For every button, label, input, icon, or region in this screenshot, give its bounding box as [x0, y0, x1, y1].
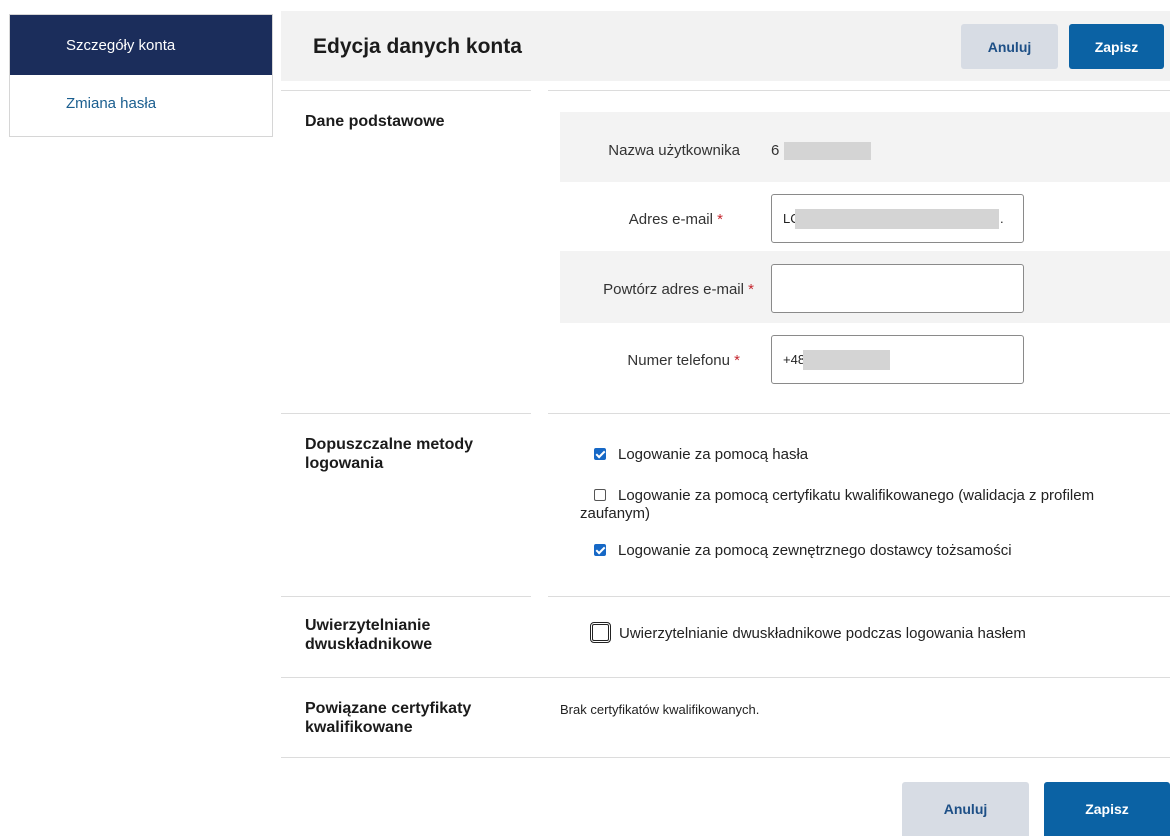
- divider: [281, 596, 531, 597]
- login-method-password[interactable]: Logowanie za pomocą hasła: [580, 446, 808, 464]
- divider: [548, 413, 1170, 414]
- divider: [281, 413, 531, 414]
- divider: [548, 90, 1170, 91]
- checkbox-checked-icon[interactable]: [594, 544, 606, 556]
- email-field-trailing: .: [1000, 211, 1004, 226]
- divider: [548, 596, 1170, 597]
- option-label: Logowanie za pomocą certyfikatu kwalifik…: [580, 487, 1095, 522]
- username-label: Nazwa użytkownika: [608, 142, 740, 159]
- save-button[interactable]: Zapisz: [1069, 24, 1164, 69]
- option-label: Uwierzytelnianie dwuskładnikowe podczas …: [619, 625, 1026, 642]
- cancel-button[interactable]: Anuluj: [961, 24, 1058, 69]
- sidebar-item-change-password[interactable]: Zmiana hasła: [10, 75, 272, 136]
- section-label-certificates: Powiązane certyfikaty kwalifikowane: [305, 700, 472, 736]
- redaction-mask: [795, 209, 999, 229]
- login-method-certificate[interactable]: Logowanie za pomocą certyfikatu kwalifik…: [580, 487, 1145, 523]
- option-label: Logowanie za pomocą zewnętrznego dostawc…: [618, 542, 1012, 559]
- divider: [281, 90, 531, 91]
- checkbox-checked-icon[interactable]: [594, 448, 606, 460]
- checkbox-icon[interactable]: [590, 622, 611, 643]
- section-label-login-methods: Dopuszczalne metody logowania: [305, 436, 474, 472]
- divider: [281, 677, 1170, 678]
- page-header: Edycja danych konta Anuluj Zapisz: [281, 11, 1170, 81]
- footer-cancel-button[interactable]: Anuluj: [902, 782, 1029, 836]
- login-method-external-idp[interactable]: Logowanie za pomocą zewnętrznego dostawc…: [580, 542, 1012, 560]
- no-certificates-text: Brak certyfikatów kwalifikowanych.: [560, 702, 760, 717]
- sidebar-item-label: Zmiana hasła: [66, 95, 157, 112]
- repeat-email-label: Powtórz adres e-mail *: [603, 281, 754, 298]
- option-label: Logowanie za pomocą hasła: [618, 446, 809, 463]
- redaction-mask: [803, 350, 890, 370]
- page-title: Edycja danych konta: [313, 35, 522, 58]
- checkbox-icon[interactable]: [594, 489, 606, 501]
- two-factor-option[interactable]: Uwierzytelnianie dwuskładnikowe podczas …: [580, 622, 1026, 643]
- sidebar-item-account-details[interactable]: Szczegóły konta: [10, 15, 272, 75]
- redaction-mask: [784, 142, 871, 160]
- username-value: 6: [771, 142, 780, 159]
- phone-label: Numer telefonu *: [627, 352, 740, 369]
- email-label: Adres e-mail *: [628, 211, 723, 228]
- footer-save-button[interactable]: Zapisz: [1044, 782, 1170, 836]
- divider: [281, 757, 1170, 758]
- section-label-two-factor: Uwierzytelnianie dwuskładnikowe: [305, 617, 433, 653]
- sidebar-item-label: Szczegóły konta: [66, 37, 176, 54]
- section-label-basic-data: Dane podstawowe: [305, 113, 445, 130]
- repeat-email-field[interactable]: [771, 264, 1024, 313]
- sidebar: Szczegóły konta Zmiana hasła: [9, 14, 273, 137]
